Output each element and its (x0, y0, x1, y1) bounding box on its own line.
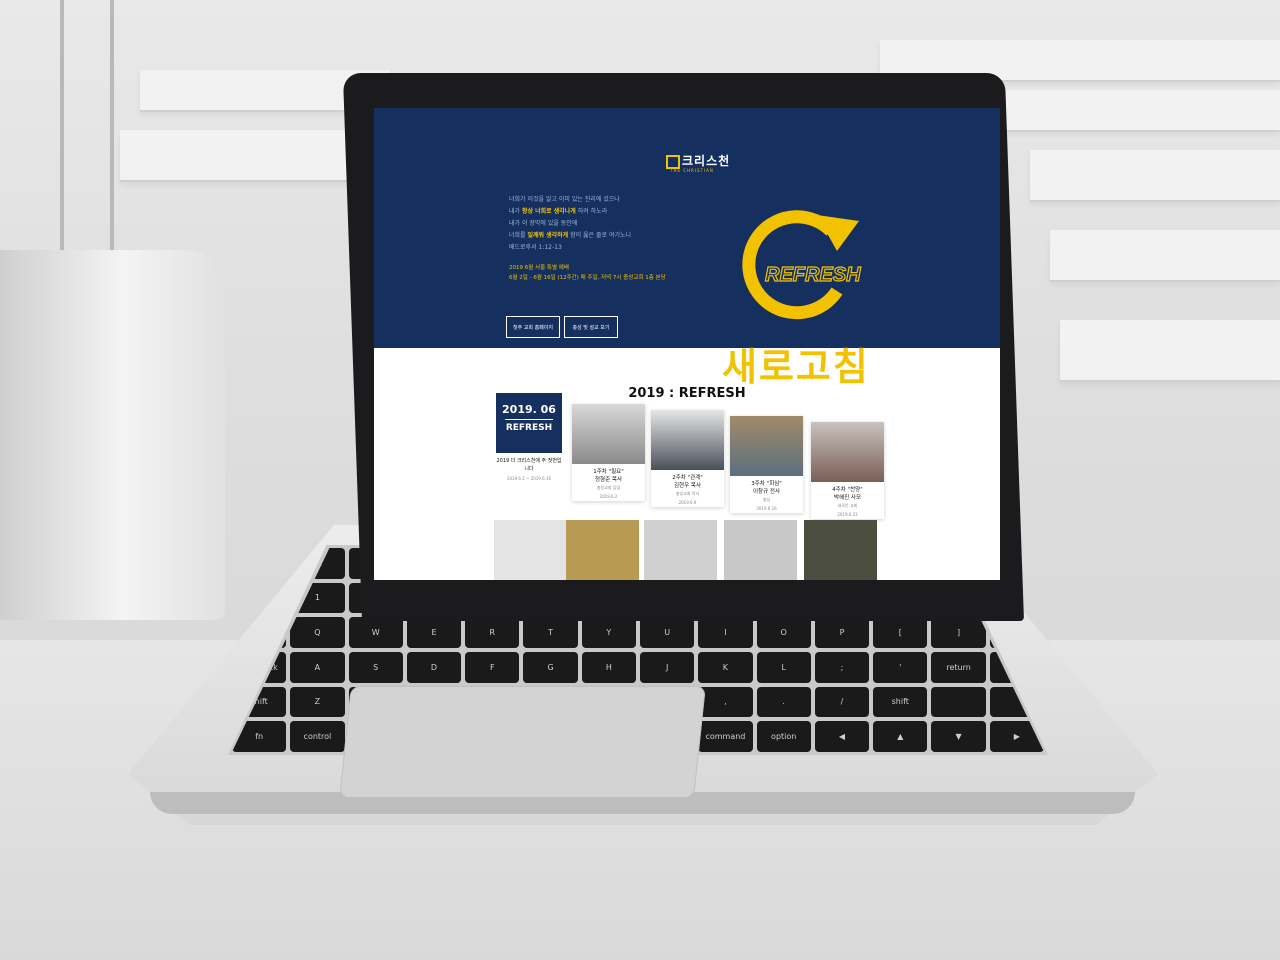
logo-subtitle: THE CHRISTIAN (670, 168, 714, 173)
keyboard-key[interactable]: L (756, 651, 811, 683)
keyboard-key[interactable] (931, 686, 986, 718)
korean-title: 새로고침 (722, 345, 870, 389)
speaker-card[interactable]: 3주차 "회심" 이창규 전사 충성 2019.6.16 (730, 416, 803, 513)
speaker-photo (651, 410, 724, 470)
speaker-week: 1주차 "필요" (593, 469, 624, 475)
laptop-screen: 크리스천 THE CHRISTIAN 너희가 이것을 알고 이미 있는 진리에 … (374, 108, 1000, 580)
verse-line: 내가 항상 너희로 생각나게 하려 하노라 (509, 208, 608, 215)
keyboard-key[interactable]: esc (232, 548, 287, 579)
keyboard-key[interactable]: E (406, 617, 462, 648)
keyboard-key[interactable]: K (698, 651, 753, 683)
speaker-week: 3주차 "회심" (751, 481, 782, 487)
divider (505, 419, 553, 420)
background-shelf (1030, 150, 1280, 202)
featured-year: 2019. 06 (502, 403, 556, 416)
trackpad[interactable] (339, 686, 706, 798)
speaker-card[interactable]: 4주차 "찬양" 박혜진 사모 새로운 교회 2019.6.23 (811, 422, 884, 519)
speaker-photo (730, 416, 803, 476)
keyboard-key[interactable]: T (523, 617, 578, 648)
speaker-org: 새로운 교회 (837, 503, 858, 508)
speaker-photo (811, 422, 884, 482)
keyboard-key[interactable]: O (756, 617, 811, 648)
speaker-date: 2019.6.2 (599, 494, 618, 499)
logo-text: 크리스천 (682, 154, 731, 168)
speaker-org: 충성 (762, 497, 771, 502)
keyboard-key[interactable]: return (931, 651, 986, 683)
keyboard-key[interactable]: P (814, 617, 870, 648)
keyboard-key[interactable]: ' (873, 651, 928, 683)
keyboard-key[interactable]: ▼ (931, 721, 986, 752)
keyboard-key[interactable]: Z (290, 686, 345, 718)
speaker-card-partial[interactable] (724, 520, 797, 580)
speaker-name: 정형준 목사 (594, 477, 623, 483)
speaker-card-partial[interactable] (644, 520, 717, 580)
keyboard-key[interactable]: R (465, 617, 520, 648)
keyboard-key[interactable]: shift (873, 686, 928, 718)
verse-line: 내가 이 장막에 있을 동안에 (509, 220, 578, 227)
keyboard-key[interactable]: . (756, 686, 811, 718)
featured-word: REFRESH (505, 423, 553, 433)
keyboard-key[interactable]: ◀ (814, 721, 870, 752)
speaker-name: 박혜진 사모 (833, 495, 862, 501)
featured-banner: 2019. 06 REFRESH (496, 393, 562, 453)
keyboard-key[interactable]: A (290, 651, 345, 683)
section-title: 2019 : REFRESH (628, 386, 746, 401)
keyboard-key[interactable]: [ (873, 617, 928, 648)
keyboard-key[interactable]: option (756, 721, 811, 752)
keyboard-key[interactable]: U (639, 617, 695, 648)
keyboard-key[interactable]: ] (931, 617, 986, 648)
speaker-date: 2019.6.16 (756, 506, 777, 511)
speaker-date: 2019.6.23 (837, 512, 858, 517)
keyboard-key[interactable]: W (348, 617, 403, 648)
keyboard-key[interactable]: D (406, 651, 462, 683)
verse-line: 너희가 이것을 알고 이미 있는 진리에 섰으나 (509, 196, 620, 203)
featured-caption: 2019 더 크리스천에 주 첫번입니다 (496, 458, 562, 472)
keyboard-key[interactable]: I (698, 617, 753, 648)
keyboard-key[interactable]: J (639, 651, 695, 683)
keyboard-key[interactable]: command (698, 721, 753, 752)
refresh-logo-icon: REFRESH (742, 210, 862, 320)
speaker-week: 4주차 "찬양" (832, 487, 863, 493)
verse-line: 너희를 일깨워 생각하게 함이 옳은 줄로 여기노니 (509, 232, 632, 239)
speaker-name: 김현우 목사 (673, 483, 702, 489)
keyboard-key[interactable]: control (290, 721, 345, 752)
speaker-org: 충성교회 목사 (675, 491, 700, 496)
bible-verse: 너희가 이것을 알고 이미 있는 진리에 섰으나 내가 항상 너희로 생각나게 … (509, 194, 749, 254)
sermon-view-button[interactable]: 충성 및 설교 보기 (564, 316, 618, 338)
site-logo[interactable]: 크리스천 (666, 152, 730, 169)
church-homepage-button[interactable]: 첫주 교회 홈페이지 (506, 316, 560, 338)
hero-banner: 크리스천 THE CHRISTIAN 너희가 이것을 알고 이미 있는 진리에 … (374, 108, 1000, 389)
logo-mark-icon (666, 154, 680, 169)
speaker-photo (572, 404, 645, 464)
keyboard-key[interactable]: / (814, 686, 870, 718)
keyboard-key[interactable]: F (465, 651, 520, 683)
keyboard-key[interactable]: Y (581, 617, 636, 648)
speaker-date: 2019.6.9 (678, 500, 697, 505)
speaker-name: 이창규 전사 (752, 489, 781, 495)
speaker-card[interactable]: 1주차 "필요" 정형준 목사 충성교회 담임 2019.6.2 (572, 404, 645, 501)
keyboard-key[interactable]: ; (814, 651, 870, 683)
background-shelf (1060, 320, 1280, 382)
speaker-week: 2주차 "관계" (672, 475, 703, 481)
keyboard-key[interactable]: G (523, 651, 578, 683)
speaker-card[interactable]: 2주차 "관계" 김현우 목사 충성교회 목사 2019.6.9 (651, 410, 724, 507)
speaker-org: 충성교회 담임 (596, 485, 621, 490)
refresh-word: REFRESH (765, 264, 861, 286)
keyboard-key[interactable]: , (698, 686, 753, 718)
pen-holder (0, 250, 225, 620)
speaker-card-partial[interactable] (804, 520, 877, 580)
featured-card[interactable]: 2019. 06 REFRESH 2019 더 크리스천에 주 첫번입니다 20… (496, 393, 562, 483)
keyboard-key[interactable]: H (581, 651, 636, 683)
speaker-card-partial[interactable] (566, 520, 639, 580)
keyboard-key[interactable]: S (348, 651, 403, 683)
keyboard-key[interactable]: ▲ (873, 721, 928, 752)
speaker-card-partial[interactable] (494, 520, 567, 580)
featured-date: 2019.6.2 ~ 2019.6.16 (506, 476, 552, 481)
background-shelf (1050, 230, 1280, 282)
verse-reference: 베드로후서 1:12-13 (509, 244, 562, 251)
keyboard-key[interactable]: Q (290, 617, 345, 648)
